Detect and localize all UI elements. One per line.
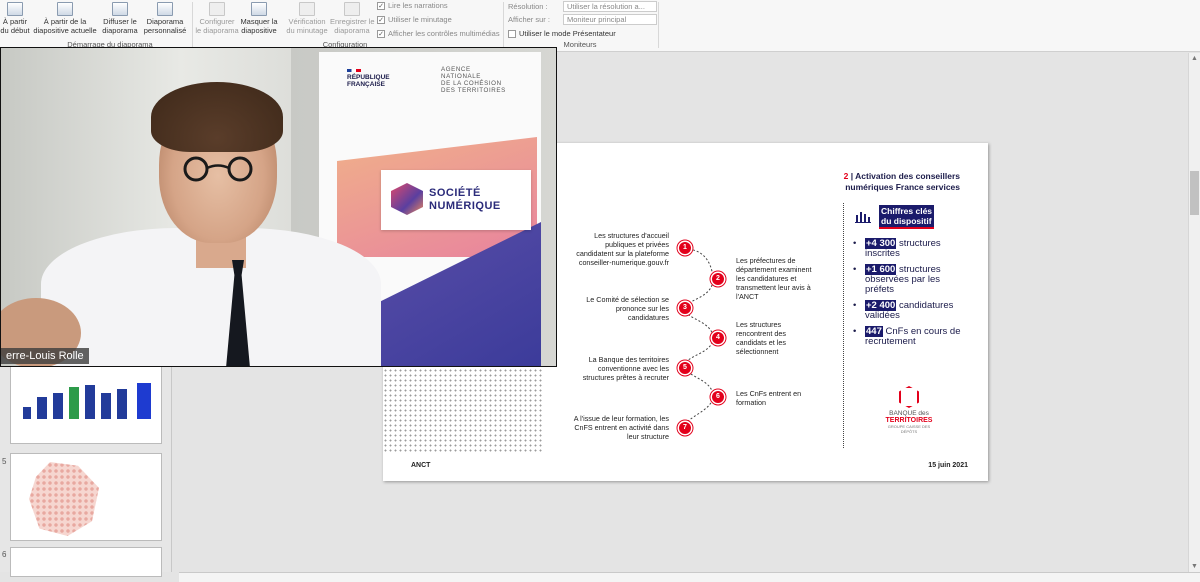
step-6-marker: 6 xyxy=(712,391,724,403)
societe-numerique-panel: SOCIÉTÉ NUMÉRIQUE xyxy=(381,170,531,230)
anct-logo-text: AGENCE NATIONALE DE LA COHÉSION DES TERR… xyxy=(441,66,506,94)
logo-line: BANQUE des xyxy=(889,410,929,417)
thumbnail-bar xyxy=(53,393,63,419)
timer-icon xyxy=(299,2,315,16)
key-figures-title: Chiffres clés du dispositif xyxy=(879,205,935,229)
societe-numerique-text: SOCIÉTÉ NUMÉRIQUE xyxy=(429,187,501,212)
group-divider xyxy=(192,2,193,48)
key-figure-item: +2 400 candidatures validées xyxy=(853,300,963,321)
video-call-window[interactable]: RÉPUBLIQUE FRANÇAISE AGENCE NATIONALE DE… xyxy=(0,47,557,367)
glasses-icon xyxy=(183,156,253,182)
show-on-label: Afficher sur : xyxy=(508,15,550,24)
resolution-label: Résolution : xyxy=(508,2,548,11)
slide-thumbnail-6[interactable] xyxy=(10,547,162,577)
slide-footer-date: 15 juin 2021 xyxy=(928,462,968,469)
step-7-text: A l'issue de leur formation, les CnFS en… xyxy=(573,414,669,441)
slide-title-number: 2 xyxy=(843,171,849,181)
thumbnail-bar xyxy=(37,397,47,419)
play-narrations-checkbox[interactable]: ✓ Lire les narrations xyxy=(377,1,448,10)
scroll-up-icon[interactable]: ▲ xyxy=(1191,55,1198,62)
key-figure-item: +4 300 structures inscrites xyxy=(853,238,963,259)
french-flag-icon xyxy=(347,69,361,72)
step-4-marker: 4 xyxy=(712,332,724,344)
hide-slide-icon xyxy=(251,2,267,16)
checkbox-unchecked-icon xyxy=(508,29,516,38)
rehearse-timings-button[interactable]: Vérification du minutage xyxy=(284,0,330,35)
thumbnail-bar xyxy=(101,393,111,419)
key-figure-item: 447 CnFs en cours de recrutement xyxy=(853,326,963,347)
setup-show-button[interactable]: Configurer le diaporama xyxy=(194,0,240,35)
logo-line: GROUPE CAISSE DES DÉPÔTS xyxy=(887,424,931,434)
slide-thumbnail-5[interactable] xyxy=(10,453,162,541)
france-map-thumbnail xyxy=(29,462,99,536)
custom-show-button[interactable]: Diaporama personnalisé xyxy=(141,0,189,35)
slide-number: 5 xyxy=(2,457,7,466)
slide-number: 6 xyxy=(2,550,7,559)
setup-icon xyxy=(209,2,225,16)
republique-logo: RÉPUBLIQUE FRANÇAISE xyxy=(347,69,390,88)
step-2-marker: 2 xyxy=(712,273,724,285)
slide-thumbnail-4[interactable] xyxy=(10,366,162,444)
step-4-text: Les structures rencontrent des candidats… xyxy=(736,320,786,356)
logo-line: TERRITOIRES xyxy=(885,417,933,424)
republique-text: RÉPUBLIQUE FRANÇAISE xyxy=(347,74,390,88)
checkbox-checked-icon: ✓ xyxy=(377,15,385,24)
step-1-marker: 1 xyxy=(679,242,691,254)
key-figures-list: +4 300 structures inscrites +1 600 struc… xyxy=(853,238,963,353)
step-5-marker: 5 xyxy=(679,362,691,374)
column-divider xyxy=(843,203,844,448)
notes-pane[interactable] xyxy=(179,572,1200,582)
ribbon: À partir du début À partir de la diaposi… xyxy=(0,0,1200,52)
hide-slide-button[interactable]: Masquer la diapositive xyxy=(240,0,278,35)
custom-show-icon xyxy=(157,2,173,16)
step-5-text: La Banque des territoires conventionne a… xyxy=(582,355,669,382)
show-media-controls-checkbox[interactable]: ✓ Afficher les contrôles multimédias xyxy=(377,29,500,38)
dot-pattern xyxy=(383,353,543,453)
scrollbar-thumb[interactable] xyxy=(1190,171,1199,215)
checkbox-checked-icon: ✓ xyxy=(377,29,385,38)
step-3-marker: 3 xyxy=(679,302,691,314)
group-divider xyxy=(658,2,659,48)
slide-title: 2 | Activation des conseillers numérique… xyxy=(844,171,960,193)
group-divider xyxy=(503,2,504,48)
societe-numerique-logo-icon xyxy=(391,183,423,215)
play-icon xyxy=(7,2,23,16)
use-timings-checkbox[interactable]: ✓ Utiliser le minutage xyxy=(377,15,452,24)
from-current-slide-button[interactable]: À partir de la diapositive actuelle xyxy=(33,0,97,35)
slide-title-text: | Activation des conseillers numériques … xyxy=(845,171,960,192)
step-1-text: Les structures d'accueil publiques et pr… xyxy=(576,231,669,267)
banque-des-territoires-logo: BANQUE des TERRITOIRES GROUPE CAISSE DES… xyxy=(880,386,938,441)
person-hair xyxy=(151,82,283,152)
thumbnail-bar xyxy=(69,387,79,419)
thumbnail-bar xyxy=(23,407,31,419)
participant-name-tag: erre-Louis Rolle xyxy=(1,348,89,364)
step-3-text: Le Comité de sélection se prononce sur l… xyxy=(586,295,669,322)
record-show-button[interactable]: Enregistrer le diaporama xyxy=(330,0,375,35)
process-connector xyxy=(684,248,714,428)
resolution-select[interactable]: Utiliser la résolution a... xyxy=(563,1,657,12)
presenter-mode-checkbox[interactable]: Utiliser le mode Présentateur xyxy=(508,29,616,38)
hexagon-logo-icon xyxy=(899,386,919,408)
key-figure-item: +1 600 structures observées par les préf… xyxy=(853,264,963,295)
monitor-select[interactable]: Moniteur principal xyxy=(563,14,657,25)
thumbnail-bar xyxy=(137,383,151,419)
checkbox-checked-icon: ✓ xyxy=(377,1,385,10)
thumbnail-bar xyxy=(117,389,127,419)
play-slide-icon xyxy=(57,2,73,16)
record-icon xyxy=(344,2,360,16)
slide-footer-left: ANCT xyxy=(411,462,431,469)
bar-chart-icon xyxy=(855,212,871,223)
vertical-scrollbar[interactable]: ▲ ▼ xyxy=(1188,53,1200,572)
scroll-down-icon[interactable]: ▼ xyxy=(1191,563,1198,570)
from-start-button[interactable]: À partir du début xyxy=(0,0,30,35)
thumbnail-bar xyxy=(85,385,95,419)
step-7-marker: 7 xyxy=(679,422,691,434)
step-6-text: Les CnFs entrent en formation xyxy=(736,389,802,407)
broadcast-icon xyxy=(112,2,128,16)
broadcast-button[interactable]: Diffuser le diaporama xyxy=(100,0,140,35)
step-2-text: Les préfectures de département examinent… xyxy=(736,256,812,301)
